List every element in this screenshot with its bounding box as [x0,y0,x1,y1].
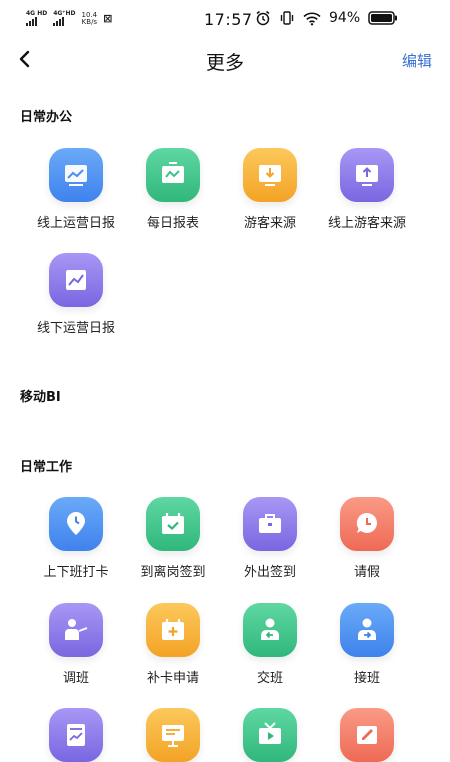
grid-item-leave[interactable]: 请假 [312,497,422,580]
calendar-check-icon [146,497,200,551]
grid-item-label: 线上运营日报 [36,216,115,231]
vibrate-icon [280,11,294,25]
section-title-daily-work: 日常工作 [20,460,73,475]
grid-item-post-checkin[interactable]: 到离岗签到 [118,497,228,580]
clock-bubble-icon [340,497,394,551]
grid-item-label: 接班 [353,671,380,686]
grid-item-tv[interactable] [215,708,325,762]
signal-bars-icon [26,17,37,26]
add-card-icon [146,603,200,657]
grid-item-offline-ops-report[interactable]: 线下运营日报 [21,253,131,336]
grid-item-document-chart[interactable] [21,708,131,762]
report-chart-icon [49,148,103,202]
grid-item-clock-in[interactable]: 上下班打卡 [21,497,131,580]
trend-board-icon [146,148,200,202]
grid-item-edit-note[interactable] [312,708,422,762]
edit-button[interactable]: 编辑 [402,50,432,71]
grid-item-label: 外出签到 [243,565,296,580]
grid-item-label: 请假 [353,565,380,580]
section-title-daily-office: 日常办公 [20,110,73,125]
battery-icon [368,11,398,25]
grid-item-label: 补卡申请 [146,671,199,686]
grid-item-online-visitor-source[interactable]: 线上游客来源 [312,148,422,231]
upload-monitor-icon [340,148,394,202]
grid-item-shift-adjust[interactable]: 调班 [21,603,131,686]
briefcase-icon [243,497,297,551]
network-speed: 10.4 KB/s [81,12,97,26]
grid-item-daily-report[interactable]: 每日报表 [118,148,228,231]
grid-item-label: 每日报表 [146,216,199,231]
grid-item-outing-checkin[interactable]: 外出签到 [215,497,325,580]
location-clock-icon [49,497,103,551]
sim2-signal: 4G⁺HD [53,11,75,26]
status-right: 94% [255,10,398,26]
nfc-icon: ⊠ [103,12,113,25]
grid-item-online-ops-report[interactable]: 线上运营日报 [21,148,131,231]
grid-item-presentation[interactable] [118,708,228,762]
grid-item-label: 调班 [62,671,89,686]
grid-item-card-supplement[interactable]: 补卡申请 [118,603,228,686]
status-bar: 4G HD 4G⁺HD 10.4 KB/s ⊠ 17:57 94% [0,0,450,36]
grid-item-handover[interactable]: 交班 [215,603,325,686]
takeover-person-icon [340,603,394,657]
battery-percent: 94% [329,10,361,26]
section-title-mobile-bi: 移动BI [20,390,61,405]
speed-unit: KB/s [81,18,98,26]
document-chart-icon [49,708,103,762]
line-chart-icon [49,253,103,307]
tv-play-icon [243,708,297,762]
download-monitor-icon [243,148,297,202]
wifi-icon [303,12,321,25]
signal-bars-icon [53,17,65,26]
grid-item-label: 线下运营日报 [36,321,115,336]
grid-item-label: 上下班打卡 [43,565,109,580]
status-time: 17:57 [204,10,253,29]
alarm-icon [256,10,270,26]
page-title: 更多 [205,52,244,74]
grid-item-takeover[interactable]: 接班 [312,603,422,686]
handover-person-icon [243,603,297,657]
status-left: 4G HD 4G⁺HD 10.4 KB/s ⊠ [26,11,112,26]
grid-item-label: 到离岗签到 [140,565,206,580]
edit-note-icon [340,708,394,762]
grid-item-label: 交班 [256,671,283,686]
grid-item-visitor-source[interactable]: 游客来源 [215,148,325,231]
grid-item-label: 线上游客来源 [327,216,406,231]
grid-item-label: 游客来源 [243,216,296,231]
presentation-board-icon [146,708,200,762]
nav-header: 更多 编辑 [0,40,450,80]
person-presenting-icon [49,603,103,657]
sim1-signal: 4G HD [26,11,47,26]
